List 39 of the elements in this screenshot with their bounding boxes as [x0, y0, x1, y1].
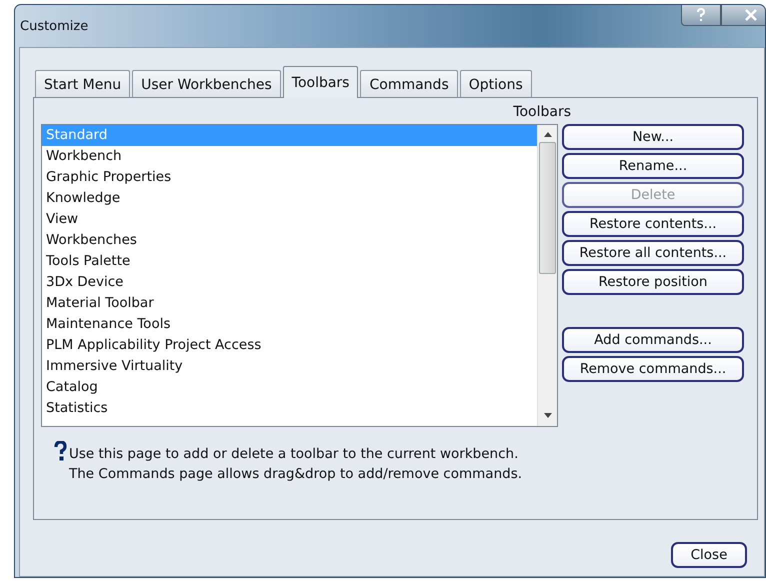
action-button[interactable]: New... — [562, 124, 744, 150]
window-title: Customize — [20, 18, 88, 34]
list-item[interactable]: Workbench — [42, 146, 537, 167]
list-item[interactable]: View — [42, 209, 537, 230]
list-heading: Toolbars — [512, 104, 571, 122]
scroll-up-icon[interactable] — [544, 132, 552, 137]
action-button[interactable]: Add commands... — [562, 327, 744, 353]
close-dialog-button[interactable]: Close — [671, 542, 747, 568]
action-button[interactable]: Restore position — [562, 269, 744, 295]
list-item[interactable]: Tools Palette — [42, 251, 537, 272]
scroll-down-icon[interactable] — [544, 413, 552, 418]
scrollbar[interactable] — [537, 125, 557, 426]
tab[interactable]: Start Menu — [35, 70, 130, 98]
list-item[interactable]: Immersive Virtuality — [42, 356, 537, 377]
action-button[interactable]: Remove commands... — [562, 356, 744, 382]
list-item[interactable]: Knowledge — [42, 188, 537, 209]
list-item[interactable]: Material Toolbar — [42, 293, 537, 314]
list-item[interactable]: PLM Applicability Project Access — [42, 335, 537, 356]
tab[interactable]: Commands — [360, 70, 458, 98]
help-button[interactable] — [681, 5, 721, 26]
close-icon — [744, 9, 758, 21]
close-button[interactable] — [721, 5, 765, 26]
action-button[interactable]: Restore contents... — [562, 211, 744, 237]
help-text: Use this page to add or delete a toolbar to the current workbench. — [69, 445, 520, 464]
question-mark-icon — [53, 441, 67, 461]
tab[interactable]: User Workbenches — [132, 70, 281, 98]
list-item[interactable]: 3Dx Device — [42, 272, 537, 293]
tab[interactable]: Toolbars — [282, 66, 358, 98]
list-item[interactable]: Graphic Properties — [42, 167, 537, 188]
tab[interactable]: Options — [460, 70, 532, 98]
action-button[interactable]: Rename... — [562, 153, 744, 179]
list-item[interactable]: Catalog — [42, 377, 537, 398]
list-item[interactable]: Maintenance Tools — [42, 314, 537, 335]
list-item[interactable]: Statistics — [42, 398, 537, 419]
action-button[interactable]: Restore all contents... — [562, 240, 744, 266]
help-icon — [696, 8, 706, 22]
help-text: The Commands page allows drag&drop to add/remove commands. — [69, 465, 522, 484]
scroll-thumb[interactable] — [539, 142, 556, 274]
list-item[interactable]: Workbenches — [42, 230, 537, 251]
